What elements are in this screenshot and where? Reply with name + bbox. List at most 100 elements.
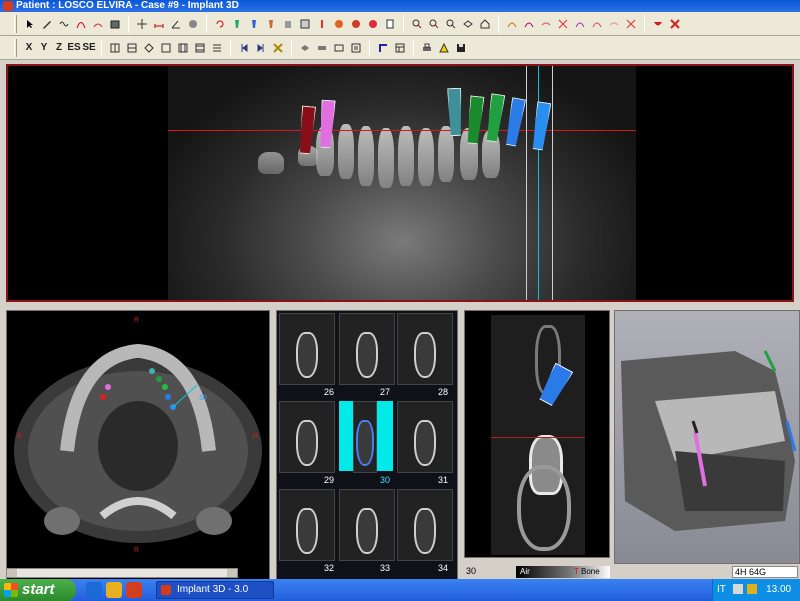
- layout-7-icon[interactable]: [210, 40, 224, 56]
- slice-thumb[interactable]: [279, 401, 335, 473]
- implant-check-icon[interactable]: [366, 16, 380, 32]
- angle-icon[interactable]: [169, 16, 183, 32]
- layout-2-icon[interactable]: [125, 40, 139, 56]
- active-slice-line[interactable]: [538, 66, 539, 300]
- zoom-in-icon[interactable]: [410, 16, 424, 32]
- bone-left-icon[interactable]: [573, 16, 587, 32]
- warning-icon[interactable]: [437, 40, 451, 56]
- layout-5-icon[interactable]: [176, 40, 190, 56]
- tissue-marker: T: [574, 567, 579, 576]
- network-icon[interactable]: [732, 584, 743, 595]
- slice-thumb[interactable]: [397, 401, 453, 473]
- toolbar-grip[interactable]: [14, 14, 17, 33]
- nerve-right-icon[interactable]: [522, 16, 536, 32]
- axial-orient-left: R: [17, 433, 23, 440]
- slice-thumb[interactable]: [397, 489, 453, 561]
- layout-4-icon[interactable]: [159, 40, 173, 56]
- axis-z-button[interactable]: Z: [53, 40, 65, 56]
- toolbar-separator: [230, 38, 231, 57]
- 3d-model: [621, 350, 797, 531]
- bone-right-icon[interactable]: [590, 16, 604, 32]
- 3d-view[interactable]: [614, 310, 800, 564]
- bone-delete-icon[interactable]: [624, 16, 638, 32]
- zoom-window-icon[interactable]: [444, 16, 458, 32]
- implant-info-icon[interactable]: [349, 16, 363, 32]
- layout-1-icon[interactable]: [108, 40, 122, 56]
- scroll-right-arrow[interactable]: [227, 569, 237, 577]
- implant-rotate-icon[interactable]: [264, 16, 278, 32]
- pointer-tool-icon[interactable]: [23, 16, 37, 32]
- home-view-icon[interactable]: [478, 16, 492, 32]
- start-button[interactable]: start: [0, 579, 76, 601]
- se-button[interactable]: SE: [82, 40, 95, 56]
- diamond-icon[interactable]: [298, 40, 312, 56]
- cross-section-view[interactable]: [464, 310, 610, 558]
- folder-icon[interactable]: [106, 582, 122, 598]
- slice-boundary-right[interactable]: [552, 66, 553, 300]
- mandible-icon[interactable]: [651, 16, 665, 32]
- taskbar-app-button[interactable]: Implant 3D - 3.0: [156, 581, 274, 599]
- es-button[interactable]: ES: [67, 40, 80, 56]
- arc-tool-icon[interactable]: [74, 16, 88, 32]
- cross-sections-grid[interactable]: 26 27 28 29 30 31 32 33 34: [276, 310, 458, 580]
- nerve-tool-icon[interactable]: [91, 16, 105, 32]
- grid-icon[interactable]: [376, 40, 390, 56]
- implant-add-icon[interactable]: [230, 16, 244, 32]
- pan-icon[interactable]: [461, 16, 475, 32]
- slice-prev-icon[interactable]: [237, 40, 251, 56]
- active-slice-highlight-left: [339, 401, 353, 471]
- ie-icon[interactable]: [86, 582, 102, 598]
- rotate-icon[interactable]: [213, 16, 227, 32]
- language-indicator[interactable]: IT: [717, 584, 726, 595]
- nerve-delete-icon[interactable]: [556, 16, 570, 32]
- plane-icon[interactable]: [315, 40, 329, 56]
- title-bar[interactable]: Patient : LOSCO ELVIRA - Case #9 - Impla…: [0, 0, 800, 12]
- slice-thumb[interactable]: [279, 489, 335, 561]
- media-icon[interactable]: [126, 582, 142, 598]
- print-icon[interactable]: [420, 40, 434, 56]
- tools-icon[interactable]: [271, 40, 285, 56]
- slice-thumb[interactable]: [339, 313, 395, 385]
- slice-thumb[interactable]: [339, 489, 395, 561]
- axis-x-button[interactable]: X: [23, 40, 35, 56]
- mandible-delete-icon[interactable]: [668, 16, 682, 32]
- box-tool-icon[interactable]: [108, 16, 122, 32]
- settings-icon[interactable]: [393, 40, 407, 56]
- slice-label: 34: [437, 563, 448, 573]
- slice-thumb[interactable]: [397, 313, 453, 385]
- slice-boundary-left[interactable]: [526, 66, 527, 300]
- implant-copy-icon[interactable]: [281, 16, 295, 32]
- toolbar-grip[interactable]: [14, 38, 17, 57]
- density-icon[interactable]: [186, 16, 200, 32]
- clock[interactable]: 13.00: [766, 584, 791, 595]
- frame-icon[interactable]: [332, 40, 346, 56]
- horizontal-reference-line[interactable]: [168, 130, 636, 131]
- crosshair-icon[interactable]: [135, 16, 149, 32]
- axial-scrollbar[interactable]: [6, 568, 238, 578]
- implant-lib-icon[interactable]: [298, 16, 312, 32]
- nerve-hide-icon[interactable]: [539, 16, 553, 32]
- layout-3-icon[interactable]: [142, 40, 156, 56]
- report-icon[interactable]: [383, 16, 397, 32]
- slice-thumb-active[interactable]: [353, 401, 377, 473]
- bone-hide-icon[interactable]: [607, 16, 621, 32]
- axial-view[interactable]: R R R R 30: [6, 310, 270, 580]
- security-icon[interactable]: [747, 584, 758, 595]
- slice-thumb[interactable]: [279, 313, 335, 385]
- implant-delete-icon[interactable]: [315, 16, 329, 32]
- save-icon[interactable]: [454, 40, 468, 56]
- axis-y-button[interactable]: Y: [38, 40, 50, 56]
- slice-next-icon[interactable]: [254, 40, 268, 56]
- implant-color-icon[interactable]: [332, 16, 346, 32]
- scroll-left-arrow[interactable]: [7, 569, 17, 577]
- nerve-left-icon[interactable]: [505, 16, 519, 32]
- toolbar-separator: [413, 38, 414, 57]
- measure-icon[interactable]: [152, 16, 166, 32]
- panoramic-view[interactable]: [6, 64, 794, 302]
- curve-tool-icon[interactable]: [57, 16, 71, 32]
- zoom-out-icon[interactable]: [427, 16, 441, 32]
- implant-move-icon[interactable]: [247, 16, 261, 32]
- layout-6-icon[interactable]: [193, 40, 207, 56]
- 3d-view-icon[interactable]: [349, 40, 363, 56]
- pen-tool-icon[interactable]: [40, 16, 54, 32]
